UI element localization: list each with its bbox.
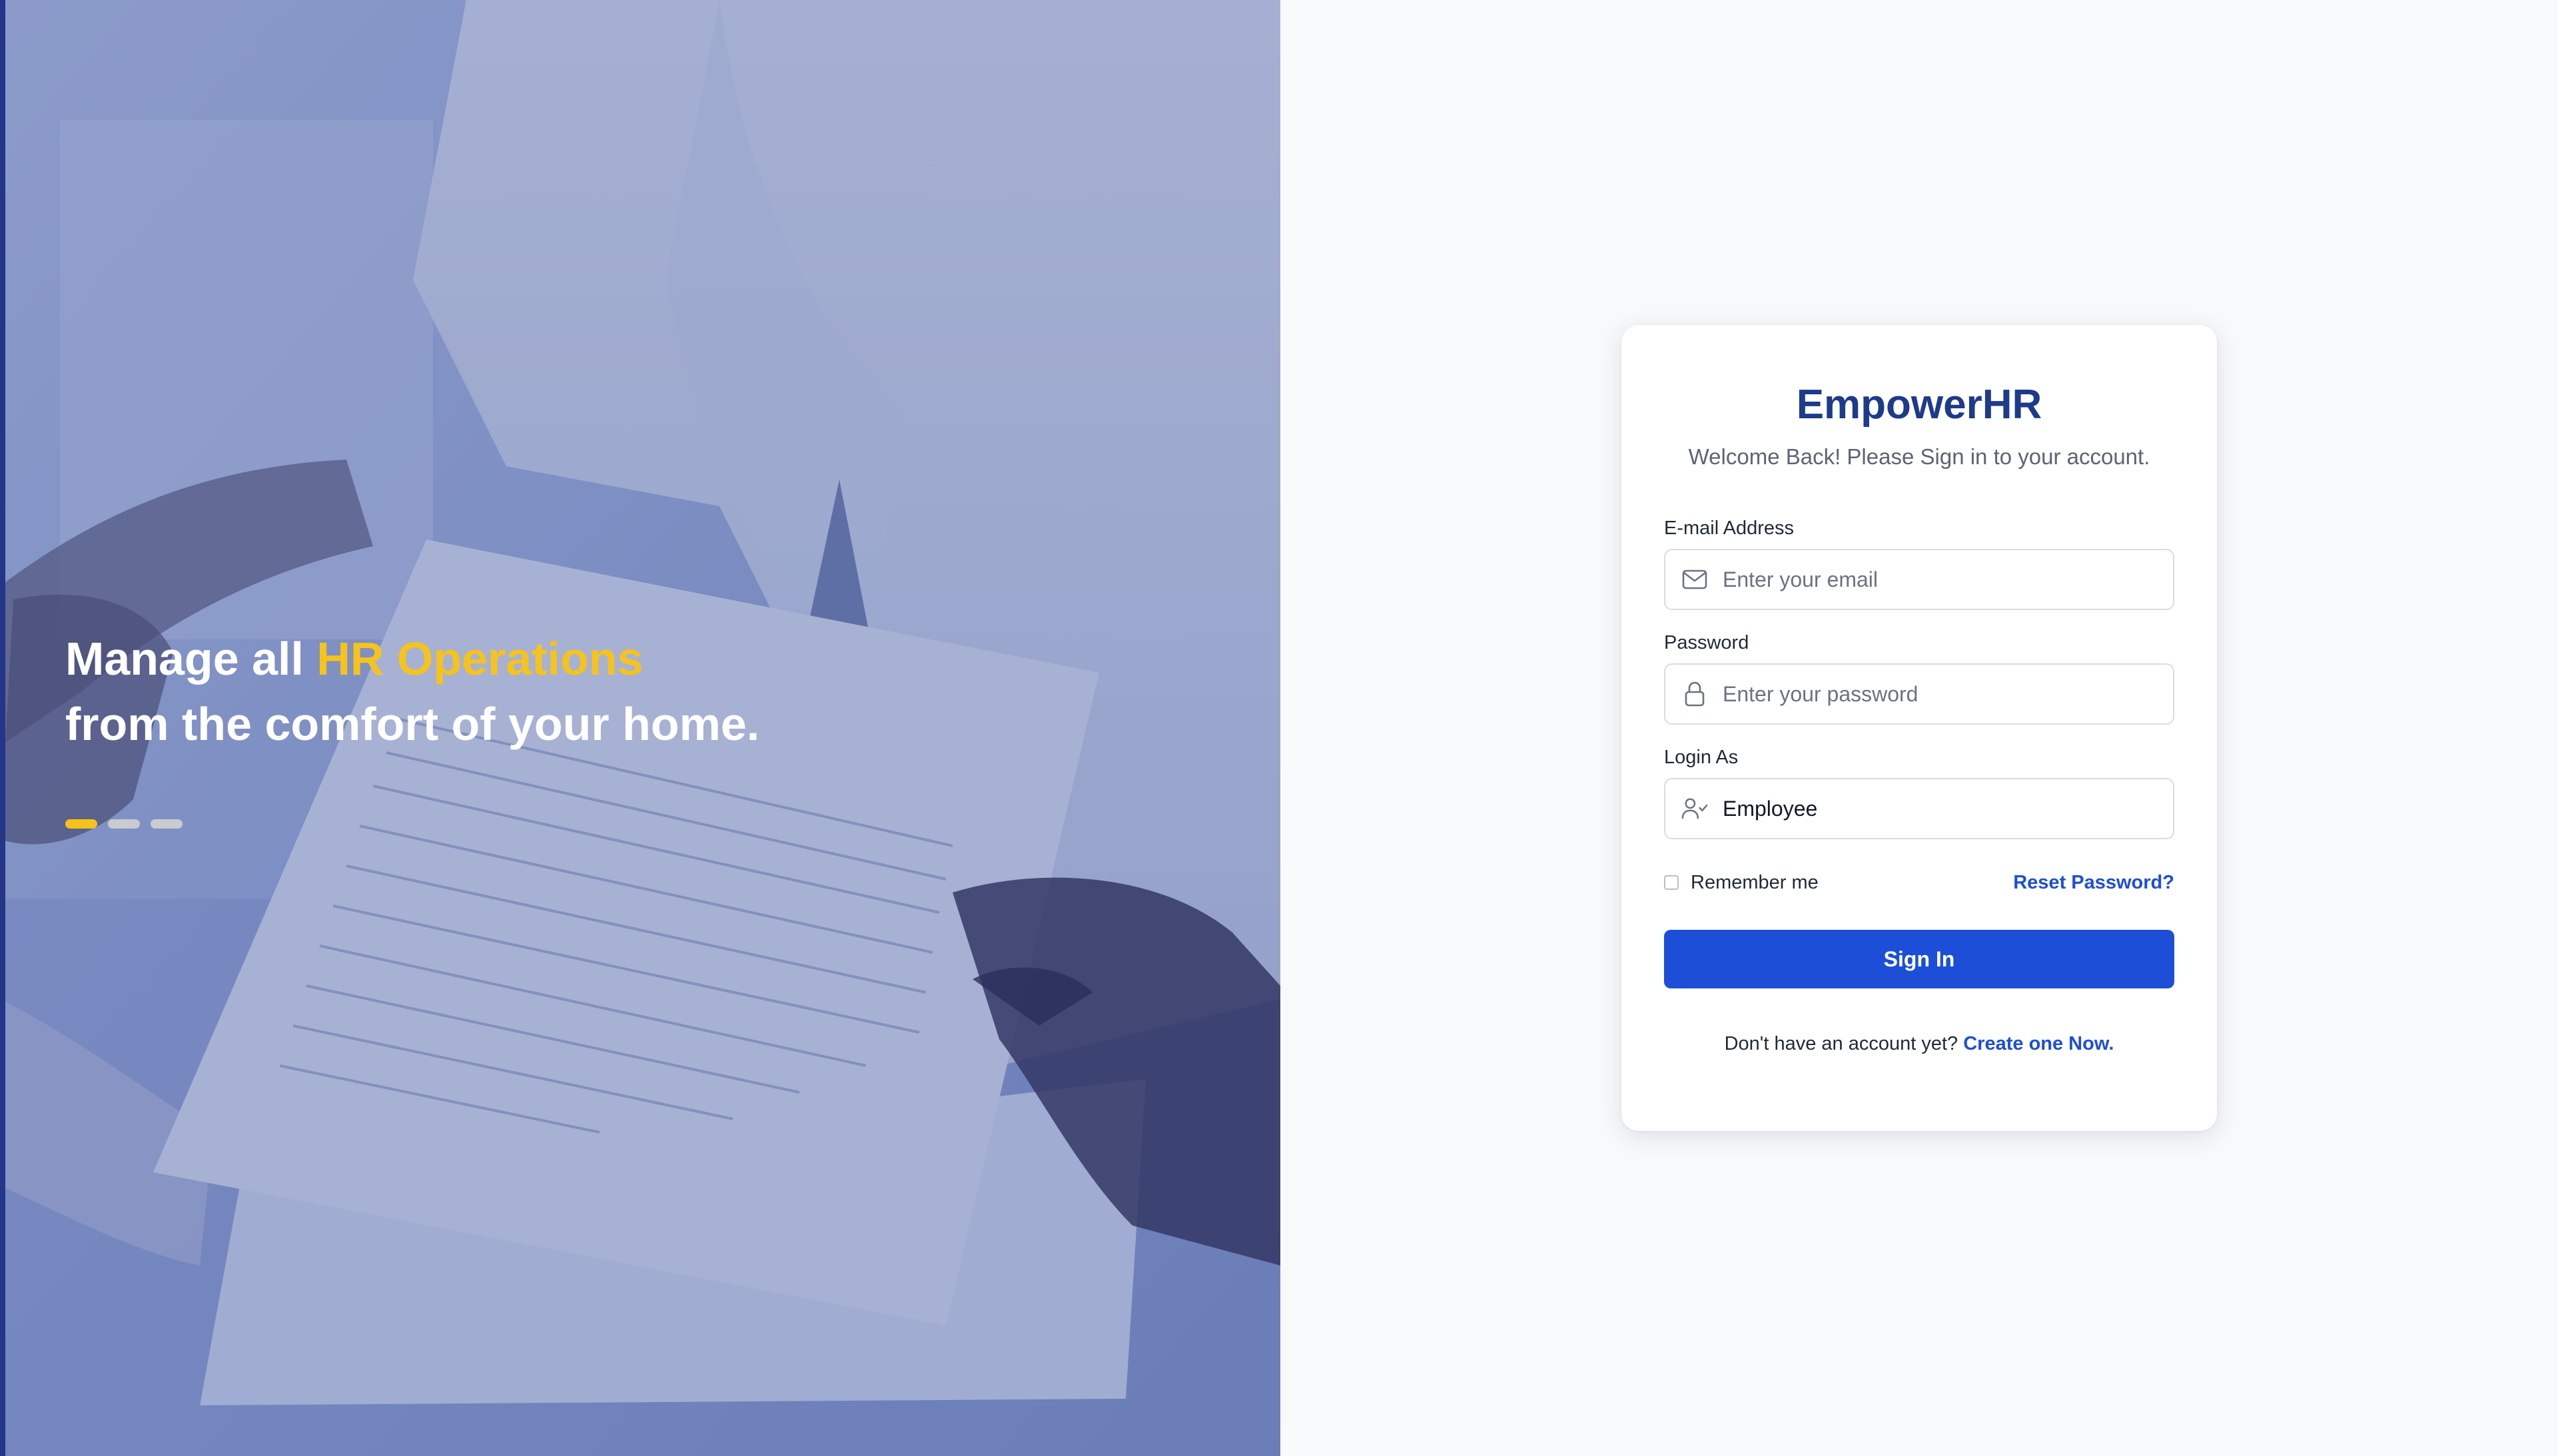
- lock-icon: [1681, 681, 1708, 707]
- welcome-text: Welcome Back! Please Sign in to your acc…: [1688, 444, 2150, 469]
- login-as-label: Login As: [1664, 747, 1739, 768]
- carousel-dot-3[interactable]: [151, 819, 183, 829]
- login-as-select[interactable]: Employee: [1664, 778, 2174, 839]
- remember-checkbox[interactable]: [1664, 875, 1679, 890]
- password-label: Password: [1664, 632, 1749, 653]
- hero-headline: Manage all HR Operations from the comfor…: [65, 626, 1131, 757]
- remember-label[interactable]: Remember me: [1691, 870, 1819, 895]
- email-field[interactable]: [1664, 549, 2174, 610]
- sign-in-button[interactable]: Sign In: [1664, 930, 2174, 988]
- create-account-link[interactable]: Create one Now.: [1963, 1033, 2114, 1054]
- email-input[interactable]: [1723, 567, 2149, 592]
- hero-headline-prefix: Manage all: [65, 633, 317, 685]
- signup-prompt: Don't have an account yet?: [1724, 1033, 1958, 1054]
- email-label: E-mail Address: [1664, 518, 1795, 539]
- carousel-dot-1[interactable]: [65, 819, 97, 829]
- password-input[interactable]: [1723, 681, 2149, 707]
- carousel-indicators: [65, 819, 183, 829]
- login-as-value: Employee: [1723, 796, 1818, 821]
- signup-row: Don't have an account yet? Create one No…: [1621, 1031, 2217, 1056]
- hero-headline-accent: HR Operations: [316, 633, 643, 685]
- reset-password-link[interactable]: Reset Password?: [2013, 870, 2174, 895]
- hero-panel: Manage all HR Operations from the comfor…: [0, 0, 1280, 1456]
- user-check-icon: [1681, 795, 1708, 822]
- hero-headline-line-2: from the comfort of your home.: [65, 698, 760, 750]
- brand-title: EmpowerHR: [1796, 382, 2042, 428]
- carousel-dot-2[interactable]: [108, 819, 140, 829]
- hero-headline-line-1: Manage all HR Operations: [65, 626, 1131, 691]
- login-card: EmpowerHR Welcome Back! Please Sign in t…: [1621, 325, 2217, 1131]
- password-field[interactable]: [1664, 663, 2174, 725]
- hero-edge-bar: [0, 0, 5, 1456]
- mail-icon: [1681, 566, 1708, 593]
